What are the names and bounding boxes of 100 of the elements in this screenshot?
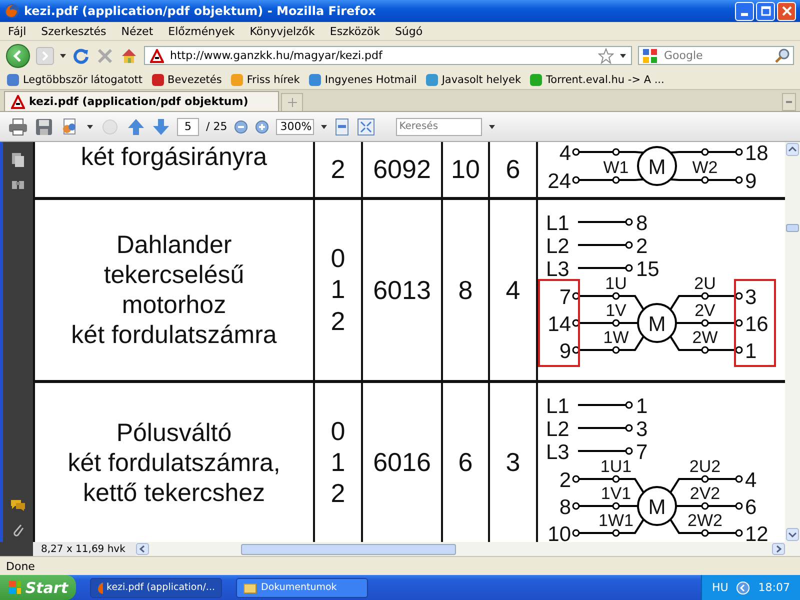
node-dot [701, 529, 709, 537]
scroll-thumb[interactable] [786, 224, 799, 232]
menu-item[interactable]: Szerkesztés [41, 24, 106, 38]
node-dot [701, 502, 709, 510]
search-icon[interactable] [774, 48, 790, 64]
firefox-icon [4, 3, 20, 19]
supply-line-label: L3 [546, 258, 570, 281]
pages-icon[interactable] [11, 152, 25, 168]
close-button[interactable] [777, 2, 796, 20]
caret-icon[interactable] [321, 124, 328, 128]
menu-item[interactable]: Fájl [8, 24, 26, 38]
node-dot [612, 529, 620, 537]
motor-circle [637, 303, 677, 343]
motor-circle [637, 146, 677, 186]
terminal-label: 2 [559, 469, 571, 492]
home-icon[interactable] [120, 46, 138, 64]
browser-tab[interactable]: kezi.pdf (application/pdf objektum) [4, 91, 280, 111]
code-text: 6016 [373, 447, 431, 478]
zoom-in-icon[interactable] [255, 120, 270, 134]
taskbar-button[interactable]: kezi.pdf (application/... [90, 578, 222, 598]
zoom-dropdown[interactable]: 300% [276, 118, 314, 134]
terminal-label: 14 [548, 313, 571, 336]
supply-line-label: L3 [546, 441, 570, 464]
node-dot [612, 475, 620, 483]
terminal-dot [625, 424, 633, 432]
terminal-label: 24 [548, 170, 571, 193]
caret-icon[interactable] [620, 54, 626, 58]
reload-icon[interactable] [72, 46, 90, 64]
terminal-label: 9 [745, 170, 757, 193]
scroll-left-icon[interactable] [136, 543, 149, 555]
plus-icon [288, 98, 297, 107]
maximize-button[interactable] [756, 2, 775, 20]
terminal-dot [735, 502, 743, 510]
positions-text: 0 1 2 [330, 243, 346, 337]
bookmark-item[interactable]: Legtöbbször látogatott [6, 72, 142, 86]
down-arrow-icon[interactable] [152, 118, 170, 136]
search-box[interactable]: Google [638, 46, 794, 65]
menu-item[interactable]: Nézet [121, 24, 154, 38]
terminal-label: 4 [745, 469, 757, 492]
caret-icon[interactable] [87, 124, 93, 128]
vertical-scrollbar[interactable] [785, 142, 800, 542]
scroll-thumb[interactable] [241, 544, 456, 554]
search-field[interactable]: Keresés [396, 118, 482, 136]
bookmark-item[interactable]: Ingyenes Hotmail [308, 72, 417, 86]
search-input[interactable]: Google [662, 48, 770, 63]
comments-icon[interactable] [10, 498, 26, 512]
terminal-dot [735, 292, 743, 300]
minimize-button[interactable] [735, 2, 754, 20]
wire-line [676, 505, 736, 507]
menu-item[interactable]: Könyvjelzők [250, 24, 315, 38]
terminal-dot [625, 401, 633, 409]
table-cell: 4 [506, 274, 520, 306]
wire-line [578, 404, 626, 406]
bookmark-item[interactable]: Friss hírek [230, 72, 300, 86]
bookmark-icon [6, 72, 20, 86]
print-icon[interactable] [8, 118, 28, 136]
node-dot [701, 148, 709, 156]
fit-page-icon[interactable] [334, 118, 350, 136]
back-button[interactable] [6, 44, 30, 68]
save-icon[interactable] [35, 118, 53, 136]
caret-icon[interactable] [60, 54, 66, 58]
terminal-label: 16 [745, 313, 768, 336]
menu-item[interactable]: Eszközök [330, 24, 380, 38]
tab-list-button[interactable] [782, 93, 796, 111]
binoculars-icon[interactable] [11, 178, 25, 190]
winding-label: 2U2 [689, 457, 721, 476]
wire-line [578, 244, 626, 246]
caret-icon[interactable] [489, 124, 496, 128]
table-cell: 3 [506, 447, 520, 478]
positions-text: 2 [330, 154, 346, 185]
new-tab-button[interactable] [281, 93, 304, 111]
star-icon[interactable] [598, 48, 614, 64]
up-arrow-icon[interactable] [127, 118, 145, 136]
winding-label: W2 [692, 158, 718, 177]
terminal-dot [572, 502, 580, 510]
winding-label: 1W1 [598, 511, 634, 530]
menu-item[interactable]: Előzmények [168, 24, 235, 38]
node-dot [612, 502, 620, 510]
fullscreen-icon[interactable] [357, 118, 376, 136]
bookmark-item[interactable]: Javasolt helyek [424, 72, 522, 86]
terminal-dot [735, 529, 743, 537]
taskbar-button[interactable]: Dokumentumok [236, 578, 368, 598]
supply-line-label: L1 [546, 212, 570, 235]
winding-label: 1U1 [600, 457, 632, 476]
bookmark-item[interactable]: Torrent.eval.hu -> A ... [529, 72, 664, 86]
terminal-label: 9 [559, 340, 571, 363]
horizontal-scrollbar[interactable] [136, 542, 800, 556]
address-field[interactable]: http://www.ganzkk.hu/magyar/kezi.pdf [144, 46, 632, 65]
node-dot [701, 475, 709, 483]
scroll-down-icon[interactable] [786, 528, 799, 541]
paperclip-icon[interactable] [11, 522, 25, 538]
menu-item[interactable]: Súgó [394, 24, 423, 38]
bookmark-item[interactable]: Bevezetés [150, 72, 222, 86]
winding-label: 1W [603, 328, 629, 347]
node-dot [701, 346, 709, 354]
zoom-out-icon[interactable] [234, 120, 248, 134]
scroll-up-icon[interactable] [786, 143, 799, 156]
search-engine-icon[interactable] [642, 48, 658, 64]
page-number-field[interactable]: 5 [177, 118, 199, 136]
scroll-right-icon[interactable] [772, 543, 785, 555]
